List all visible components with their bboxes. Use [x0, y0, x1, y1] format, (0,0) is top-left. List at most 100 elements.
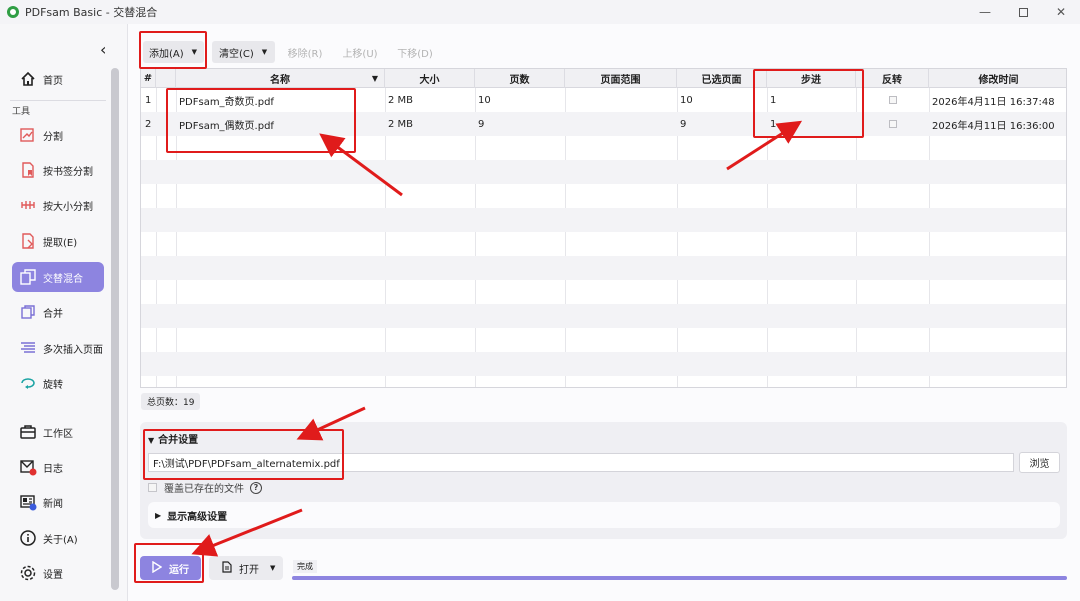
maximize-button[interactable] [1004, 0, 1042, 24]
divider [10, 100, 106, 101]
total-pages-label: 总页数：19 [141, 393, 201, 410]
sidebar-item-label: 工作区 [43, 428, 73, 440]
sidebar-item-rotate[interactable]: 旋转 [12, 368, 104, 398]
row-size: 2 MB [388, 94, 414, 106]
sidebar-item-label: 旋转 [43, 379, 63, 391]
overwrite-option[interactable]: 覆盖已存在的文件 ? [148, 480, 262, 495]
title-bar: PDFsam Basic - 交替混合 — ✕ [0, 0, 1080, 24]
sidebar-scrollbar[interactable] [111, 68, 119, 590]
extract-icon [17, 230, 39, 252]
sidebar-item-split[interactable]: 分割 [12, 120, 104, 150]
row-size: 2 MB [388, 118, 414, 130]
annotation-box-files [166, 88, 356, 153]
sidebar-item-label: 按书签分割 [43, 166, 93, 178]
table-header: # 名称 ▼ 大小 页数 页面范围 已选页面 步进 反转 修改时间 [141, 69, 1066, 88]
minimize-button[interactable]: — [966, 0, 1004, 24]
col-reverse-header[interactable]: 反转 [856, 69, 929, 88]
col-pages-header[interactable]: 页数 [475, 69, 565, 88]
row-index: 1 [145, 94, 152, 106]
move-up-button[interactable]: 上移(U) [337, 41, 383, 63]
sidebar-item-log[interactable]: 日志 [12, 452, 104, 482]
maximize-icon [1018, 7, 1028, 17]
sidebar-item-alternate-mix[interactable]: 交替混合 [12, 262, 104, 292]
overwrite-label: 覆盖已存在的文件 [164, 484, 244, 495]
row-selected-pages: 10 [680, 94, 693, 106]
sidebar-item-merge[interactable]: 合并 [12, 297, 104, 327]
help-icon[interactable]: ? [250, 481, 262, 494]
empty-row [141, 280, 1066, 304]
news-icon [17, 491, 39, 513]
open-button[interactable]: 打开 ▼ [209, 556, 283, 580]
sidebar-item-label: 按大小分割 [43, 201, 93, 213]
sidebar-item-extract[interactable]: 提取(E) [12, 226, 104, 256]
browse-button[interactable]: 浏览 [1019, 452, 1060, 473]
app-logo-icon [7, 6, 19, 18]
empty-row [141, 184, 1066, 208]
row-selected-pages: 9 [680, 118, 687, 130]
empty-row [141, 160, 1066, 184]
row-pages: 9 [478, 118, 485, 130]
annotation-box-run [134, 543, 204, 583]
col-size-header[interactable]: 大小 [385, 69, 475, 88]
sidebar-item-news[interactable]: 新闻 [12, 487, 104, 517]
row-index: 2 [145, 118, 152, 130]
col-name-label: 名称 [270, 75, 290, 86]
info-icon [17, 527, 39, 549]
triangle-right-icon: ▶ [155, 510, 162, 520]
col-name-header[interactable]: 名称 ▼ [176, 69, 385, 88]
progress-fill [292, 576, 1067, 580]
sidebar-item-label: 首页 [43, 75, 63, 87]
empty-row [141, 352, 1066, 376]
sidebar-item-home[interactable]: 首页 [12, 64, 104, 94]
sidebar-item-label: 合并 [43, 308, 63, 320]
col-index-header[interactable]: # [141, 69, 156, 88]
merge-icon [17, 301, 39, 323]
log-icon [17, 456, 39, 478]
empty-row [141, 208, 1066, 232]
col-modified-header[interactable]: 修改时间 [929, 69, 1066, 88]
empty-row [141, 232, 1066, 256]
sidebar-item-workspace[interactable]: 工作区 [12, 417, 104, 447]
close-button[interactable]: ✕ [1042, 0, 1080, 24]
split-icon [17, 124, 39, 146]
row-modified: 2026年4月11日 16:37:48 [932, 96, 1055, 108]
overwrite-checkbox[interactable] [148, 483, 157, 492]
chevron-down-icon[interactable]: ▼ [270, 564, 275, 572]
sidebar-item-label: 交替混合 [43, 273, 83, 285]
reverse-checkbox[interactable] [889, 112, 897, 136]
chevron-left-icon[interactable]: ‹ [100, 40, 106, 59]
sidebar-item-label: 日志 [43, 463, 63, 475]
col-range-header[interactable]: 页面范围 [565, 69, 677, 88]
chevron-down-icon: ▼ [261, 48, 268, 56]
row-pages: 10 [478, 94, 491, 106]
sidebar-item-settings[interactable]: 设置 [12, 558, 104, 588]
col-blank-header [156, 69, 176, 88]
annotation-box-merge-settings [143, 429, 344, 480]
size-split-icon [17, 194, 39, 216]
row-modified: 2026年4月11日 16:36:00 [932, 120, 1055, 132]
sort-arrow-icon: ▼ [371, 74, 378, 83]
window-controls: — ✕ [966, 0, 1080, 24]
sidebar: ‹ 首页 工具 分割 按书签分割 按大小分割 提取(E) 交替混合 合并 多次插… [0, 24, 128, 601]
gear-icon [17, 562, 39, 584]
sidebar-item-label: 设置 [43, 569, 63, 581]
sidebar-item-label: 新闻 [43, 498, 63, 510]
sidebar-item-multi-insert[interactable]: 多次插入页面 [12, 333, 104, 363]
status-label: 完成 [293, 560, 317, 573]
clear-button[interactable]: 清空(C) ▼ [212, 41, 275, 63]
sidebar-item-label: 分割 [43, 131, 63, 143]
advanced-settings-toggle[interactable]: ▶ 显示高级设置 [148, 502, 1060, 528]
empty-row [141, 256, 1066, 280]
advanced-settings-label: 显示高级设置 [167, 511, 228, 523]
progress-bar [292, 576, 1067, 580]
annotation-box-step [753, 69, 864, 138]
sidebar-item-split-by-size[interactable]: 按大小分割 [12, 190, 104, 220]
open-button-label: 打开 [239, 564, 259, 576]
move-down-button[interactable]: 下移(D) [392, 41, 438, 63]
sidebar-item-split-by-bookmark[interactable]: 按书签分割 [12, 155, 104, 185]
tools-section-label: 工具 [12, 107, 31, 117]
sidebar-item-about[interactable]: 关于(A) [12, 523, 104, 553]
reverse-checkbox[interactable] [889, 88, 897, 112]
annotation-box-add [139, 31, 207, 69]
remove-button[interactable]: 移除(R) [282, 41, 328, 63]
